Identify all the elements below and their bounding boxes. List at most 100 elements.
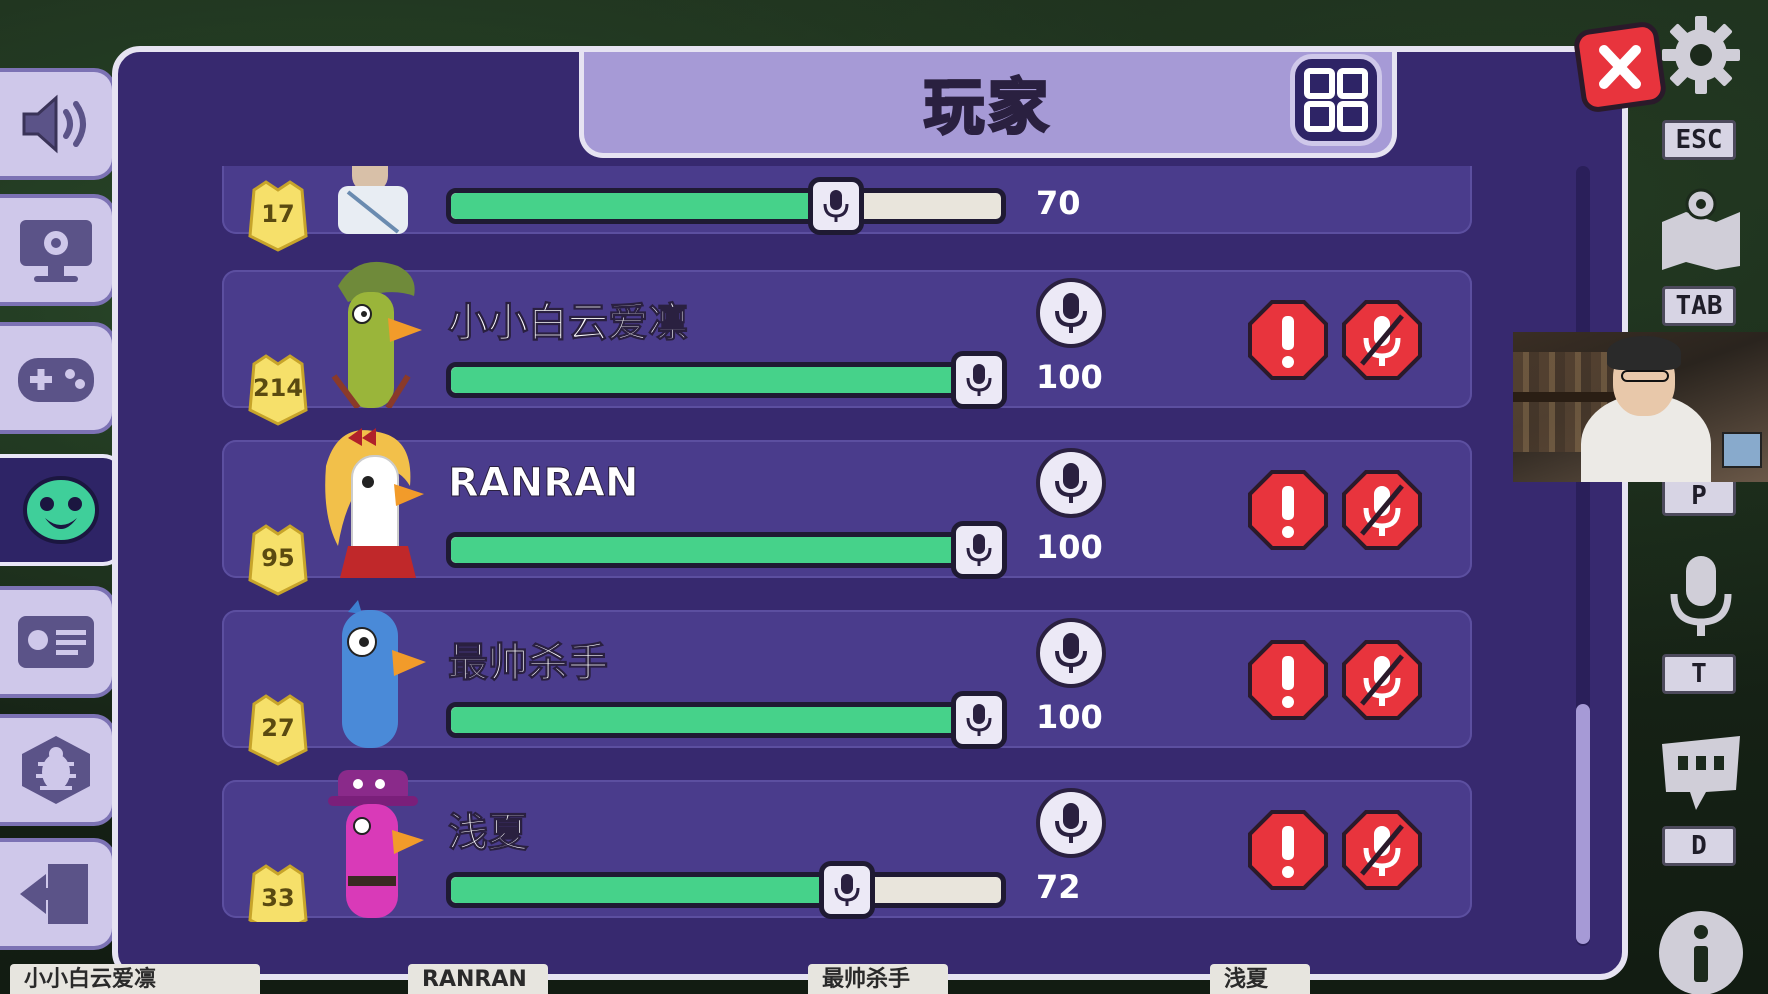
level-badge: 214 [244, 354, 312, 426]
bottom-nameplate: RANRAN [408, 964, 548, 994]
microphone-icon[interactable] [1656, 550, 1746, 640]
tab-players[interactable] [0, 454, 125, 566]
goose-face-icon [22, 476, 99, 544]
voice-indicator-icon [1036, 788, 1106, 858]
exclamation-octagon-icon [1248, 470, 1328, 550]
mic-off-icon [1342, 810, 1422, 890]
key-t: T [1662, 654, 1736, 694]
settings-gear-icon[interactable] [1656, 10, 1746, 100]
tab-controls[interactable] [0, 322, 116, 434]
mic-icon [834, 874, 860, 906]
level-badge: 17 [244, 180, 312, 252]
mute-button[interactable] [1340, 468, 1424, 552]
key-p: P [1662, 476, 1736, 516]
mute-button[interactable] [1340, 638, 1424, 722]
volume-slider-fill [451, 537, 1001, 563]
mute-button[interactable] [1340, 298, 1424, 382]
volume-slider-handle[interactable] [951, 351, 1007, 409]
volume-slider-handle[interactable] [951, 691, 1007, 749]
player-row: 95 RANRAN 100 [222, 428, 1472, 596]
player-avatar [318, 166, 428, 234]
voice-indicator-icon [1036, 448, 1106, 518]
volume-value: 72 [1036, 868, 1081, 906]
speaker-icon [22, 94, 86, 154]
player-name: 浅夏 [448, 810, 529, 857]
level-badge: 95 [244, 524, 312, 596]
player-row: 27 最帅杀手 100 [222, 600, 1472, 766]
hotkey-column: ESC TAB P T D [1642, 0, 1768, 994]
volume-slider[interactable] [446, 351, 1007, 409]
grid-view-button[interactable] [1290, 54, 1382, 146]
volume-slider-handle[interactable] [951, 521, 1007, 579]
volume-slider-fill [451, 877, 847, 903]
page-title: 玩家 [923, 72, 1052, 145]
bottom-nameplate: 小小白云爱凛 [10, 964, 260, 994]
chat-bubble-icon[interactable] [1656, 730, 1746, 820]
exit-door-icon [20, 864, 88, 924]
report-button[interactable] [1246, 808, 1330, 892]
tab-profile[interactable] [0, 586, 116, 698]
volume-slider-fill [451, 367, 1001, 393]
mic-off-icon [1342, 470, 1422, 550]
mic-icon [966, 364, 992, 396]
player-list[interactable]: 17 70 214 小小白云爱凛 100 95 RANRAN 100 27 最帅… [222, 166, 1474, 922]
volume-value: 100 [1036, 358, 1103, 396]
volume-slider-fill [451, 707, 1001, 733]
player-row: 33 浅夏 72 [222, 770, 1472, 922]
player-avatar [318, 426, 428, 579]
grid-icon [1304, 68, 1368, 132]
tab-audio[interactable] [0, 68, 116, 180]
mic-icon [966, 704, 992, 736]
report-button[interactable] [1246, 468, 1330, 552]
gamepad-icon [18, 358, 94, 402]
key-esc: ESC [1662, 120, 1736, 160]
mic-off-icon [1342, 640, 1422, 720]
report-button[interactable] [1246, 638, 1330, 722]
key-tab: TAB [1662, 286, 1736, 326]
streamer-webcam [1513, 332, 1768, 482]
volume-value: 100 [1036, 698, 1103, 736]
tab-exit[interactable] [0, 838, 116, 950]
bottom-nameplate: 最帅杀手 [808, 964, 948, 994]
exclamation-octagon-icon [1248, 640, 1328, 720]
voice-indicator-icon [1036, 618, 1106, 688]
bottom-nameplate: 浅夏 [1210, 964, 1310, 994]
volume-value: 100 [1036, 528, 1103, 566]
player-name: 小小白云爱凛 [448, 300, 689, 347]
report-button[interactable] [1246, 298, 1330, 382]
monitor-gear-icon [20, 220, 92, 282]
player-avatar [318, 766, 428, 918]
tab-display[interactable] [0, 194, 116, 306]
volume-slider-handle[interactable] [819, 861, 875, 919]
tab-bug-report[interactable] [0, 714, 116, 826]
volume-slider[interactable] [446, 521, 1007, 579]
level-badge: 33 [244, 864, 312, 922]
key-d: D [1662, 826, 1736, 866]
scrollbar-thumb[interactable] [1576, 704, 1590, 944]
player-name: 最帅杀手 [448, 640, 609, 687]
player-avatar [318, 256, 428, 410]
bug-icon [22, 736, 90, 804]
volume-slider[interactable] [446, 177, 1006, 235]
mic-icon [966, 534, 992, 566]
mic-icon [823, 190, 849, 222]
player-avatar [318, 596, 428, 748]
volume-value: 70 [1036, 184, 1081, 222]
player-list-scrollbar[interactable] [1576, 166, 1590, 946]
player-row: 17 70 [222, 166, 1472, 252]
volume-slider-handle[interactable] [808, 177, 864, 235]
volume-slider[interactable] [446, 861, 1006, 919]
volume-slider[interactable] [446, 691, 1007, 749]
bottom-nameplates: 小小白云爱凛 RANRAN 最帅杀手 浅夏 [0, 962, 1768, 994]
map-icon[interactable] [1656, 182, 1746, 272]
exclamation-octagon-icon [1248, 810, 1328, 890]
exclamation-octagon-icon [1248, 300, 1328, 380]
volume-slider-fill [451, 193, 836, 219]
voice-indicator-icon [1036, 278, 1106, 348]
mute-button[interactable] [1340, 808, 1424, 892]
mic-off-icon [1342, 300, 1422, 380]
title-plate: 玩家 [579, 52, 1397, 158]
level-badge: 27 [244, 694, 312, 766]
id-card-icon [18, 616, 94, 668]
player-name: RANRAN [447, 460, 639, 507]
